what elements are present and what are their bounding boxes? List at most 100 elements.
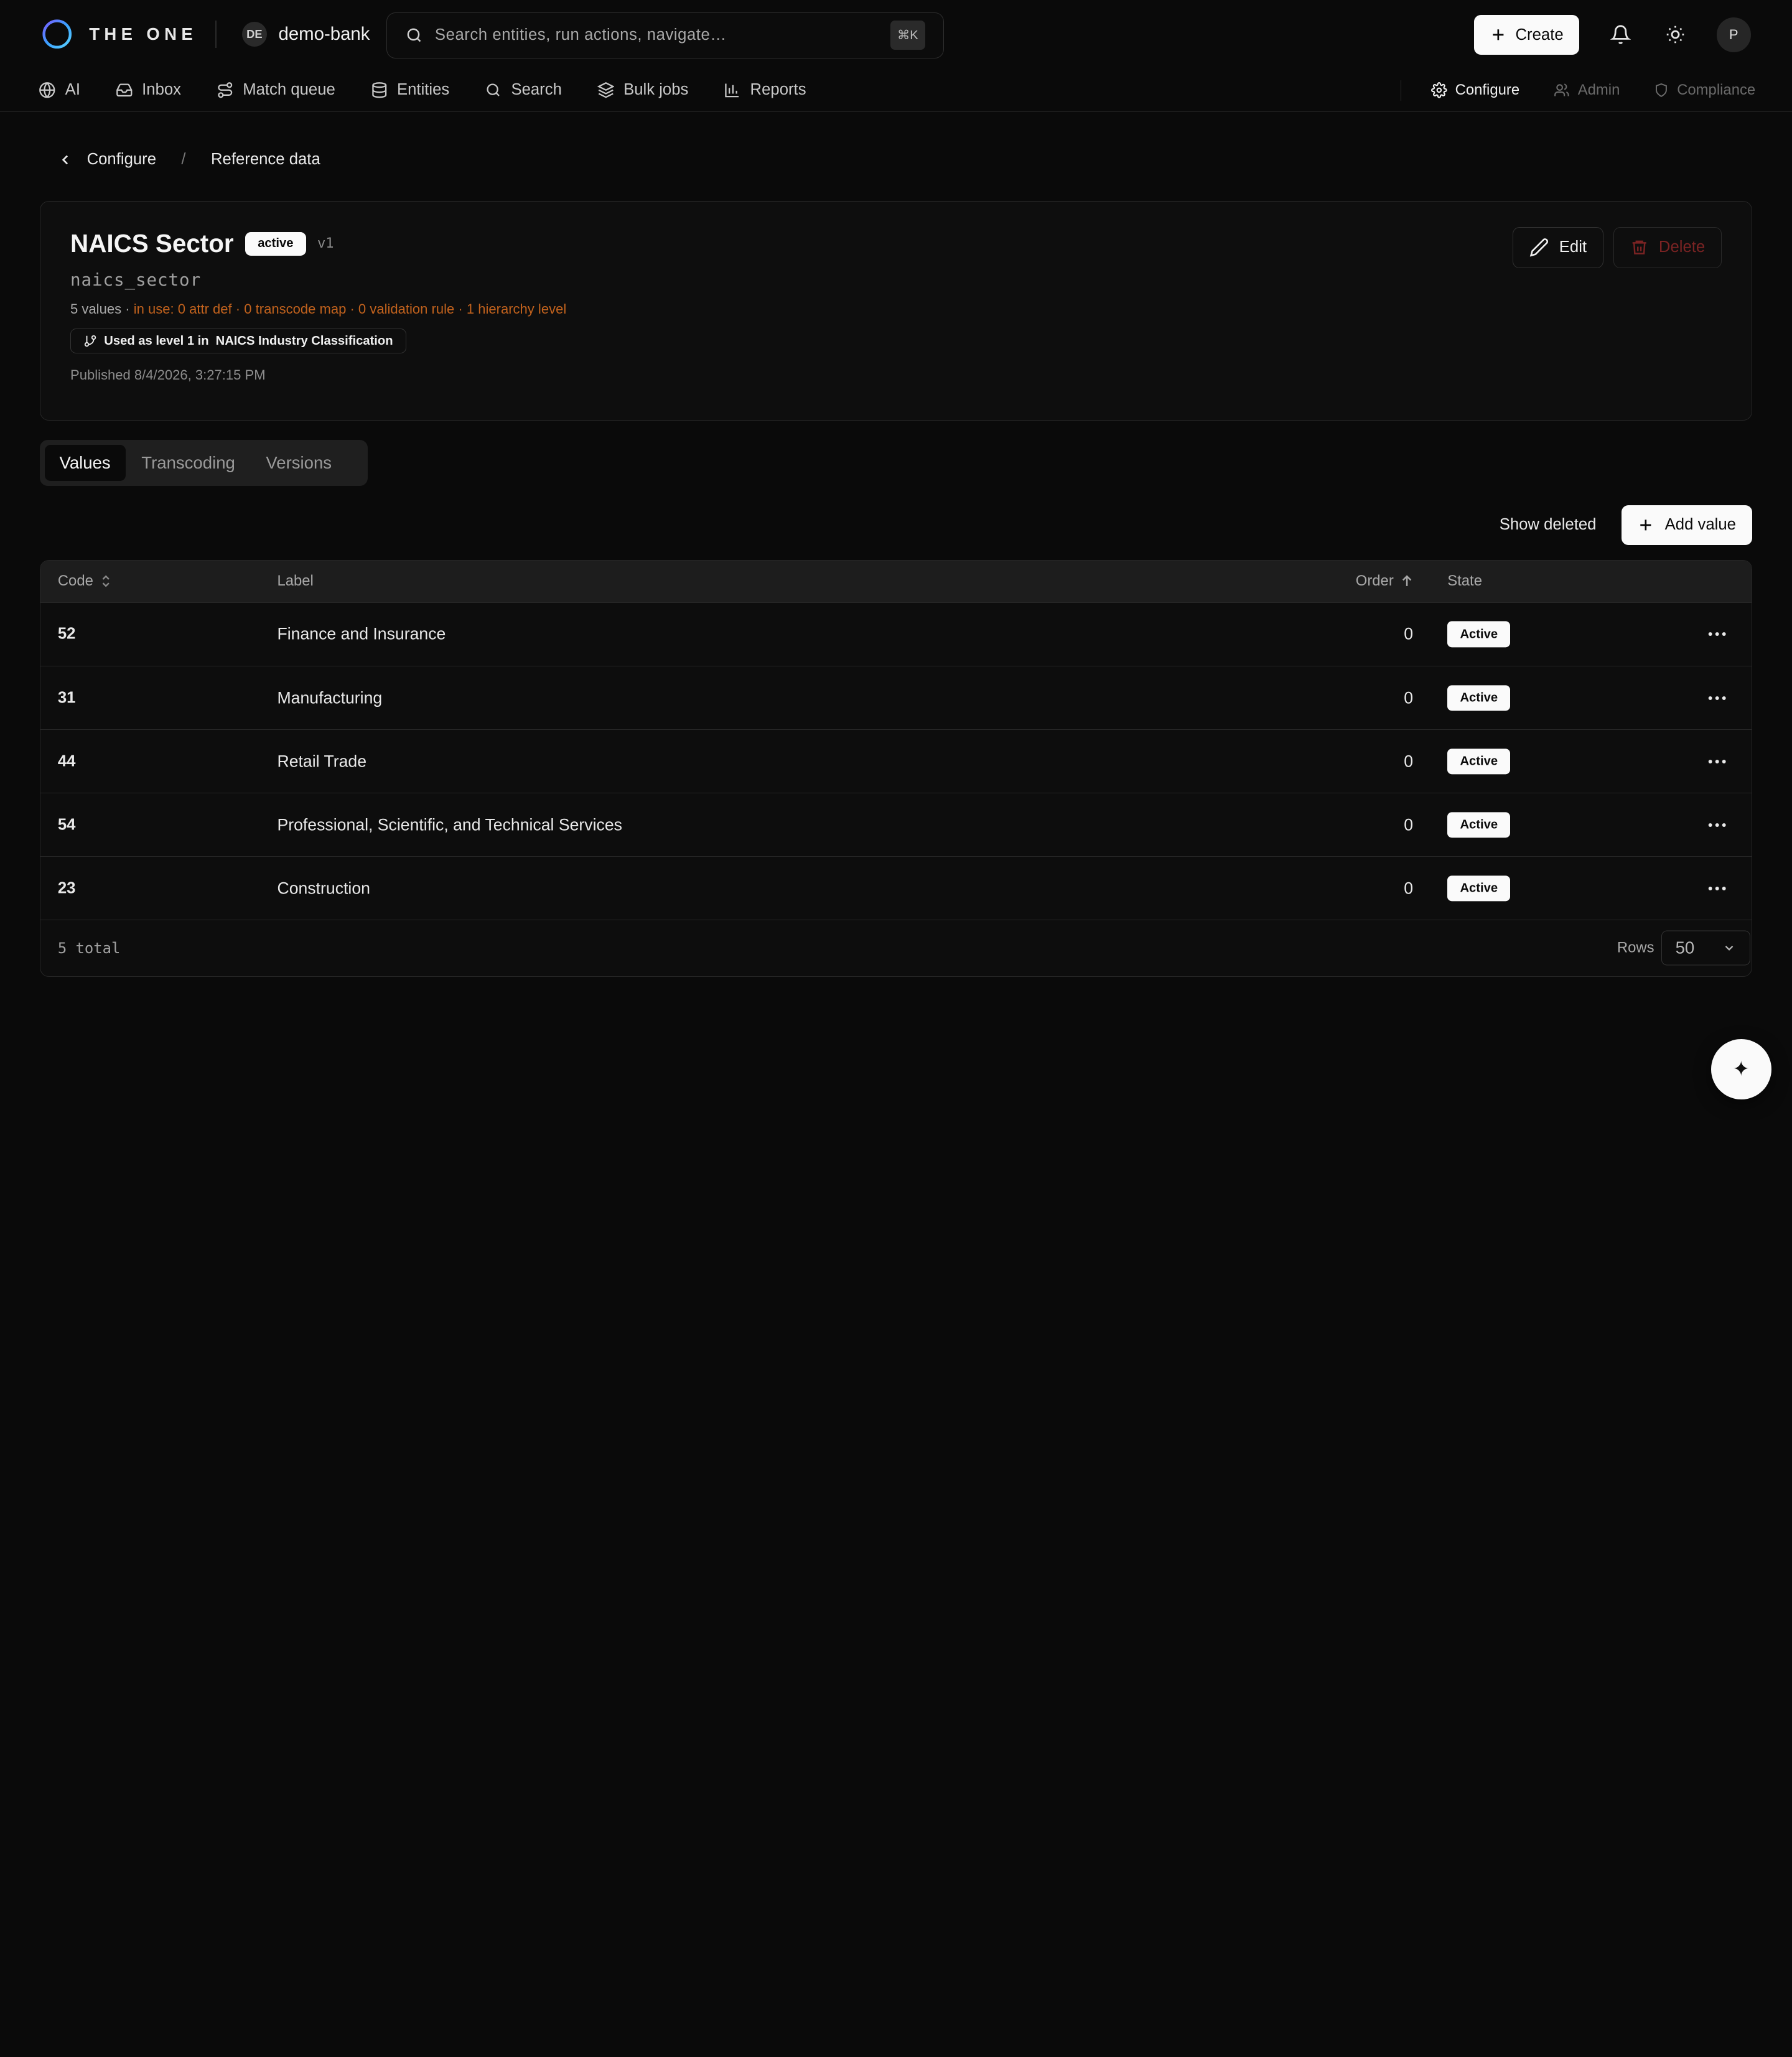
cell-order: 0 bbox=[1404, 815, 1413, 834]
nav-item-match-queue[interactable]: Match queue bbox=[217, 81, 335, 99]
table-row[interactable]: 54 Professional, Scientific, and Technic… bbox=[40, 793, 1752, 857]
nav-item-configure[interactable]: Configure bbox=[1431, 82, 1519, 99]
cell-code: 23 bbox=[57, 879, 76, 897]
row-actions-button[interactable] bbox=[1708, 632, 1726, 637]
main-nav: AI Inbox Match queue Entities Search Bul… bbox=[0, 68, 1792, 112]
breadcrumb: Configure / Reference data bbox=[57, 151, 320, 169]
column-header-state[interactable]: State bbox=[1447, 572, 1482, 590]
breadcrumb-parent: Configure bbox=[86, 151, 157, 169]
search-icon bbox=[487, 83, 500, 96]
cell-label: Professional, Scientific, and Technical … bbox=[277, 815, 622, 834]
breadcrumb-back-link[interactable]: Configure bbox=[57, 151, 156, 169]
chip-target: NAICS Industry Classification bbox=[215, 334, 393, 348]
cell-label: Manufacturing bbox=[277, 688, 383, 707]
arrow-up-icon bbox=[1402, 575, 1412, 587]
column-label: Code bbox=[57, 572, 93, 590]
tab-transcoding[interactable]: Transcoding bbox=[126, 445, 250, 481]
nav-item-inbox[interactable]: Inbox bbox=[116, 81, 181, 99]
column-header-code[interactable]: Code bbox=[58, 572, 111, 590]
sparkle-icon: ✦ bbox=[1732, 1058, 1750, 1081]
ai-assistant-button[interactable]: ✦ bbox=[1710, 1038, 1771, 1099]
app-root: THE ONE DE demo-bank Search entities, ru… bbox=[0, 0, 1792, 1120]
nav-item-search[interactable]: Search bbox=[485, 81, 562, 99]
rows-per-page-select[interactable]: 50 bbox=[1661, 930, 1750, 966]
nav-label: Reports bbox=[750, 81, 806, 99]
users-icon bbox=[1554, 83, 1569, 96]
sort-icon bbox=[102, 575, 110, 587]
edit-button[interactable]: Edit bbox=[1513, 226, 1603, 268]
trash-icon bbox=[1632, 240, 1646, 254]
route-icon bbox=[218, 82, 233, 98]
card-actions: Edit Delete bbox=[1513, 226, 1722, 268]
status-badge: Active bbox=[1447, 812, 1511, 838]
add-value-button[interactable]: Add value bbox=[1621, 505, 1752, 546]
brand-logo[interactable]: THE ONE bbox=[41, 18, 197, 50]
row-actions-button[interactable] bbox=[1708, 886, 1726, 890]
table-row[interactable]: 44 Retail Trade 0 Active bbox=[40, 730, 1752, 794]
cell-order: 0 bbox=[1404, 879, 1413, 898]
database-icon bbox=[372, 82, 387, 98]
chevron-down-icon bbox=[1725, 945, 1734, 951]
plus-icon bbox=[1493, 29, 1504, 40]
nav-item-compliance[interactable]: Compliance bbox=[1654, 82, 1755, 99]
row-actions-button[interactable] bbox=[1708, 696, 1726, 700]
edit-label: Edit bbox=[1559, 238, 1587, 256]
table-row[interactable]: 23 Construction 0 Active bbox=[40, 857, 1752, 921]
delete-label: Delete bbox=[1658, 238, 1706, 256]
column-label: Label bbox=[277, 572, 314, 590]
tab-values[interactable]: Values bbox=[44, 445, 126, 481]
tab-versions[interactable]: Versions bbox=[251, 445, 347, 481]
table-header: Code Label Order State bbox=[40, 560, 1752, 603]
add-value-label: Add value bbox=[1664, 516, 1736, 534]
cell-label: Construction bbox=[277, 879, 370, 898]
workspace-badge: DE bbox=[241, 21, 268, 47]
divider bbox=[1400, 80, 1402, 101]
search-placeholder: Search entities, run actions, navigate… bbox=[434, 26, 727, 44]
nav-secondary: Configure Admin Compliance bbox=[1400, 68, 1790, 112]
column-header-label[interactable]: Label bbox=[277, 572, 313, 590]
avatar[interactable]: P bbox=[1716, 17, 1751, 52]
create-label: Create bbox=[1515, 26, 1564, 44]
brand-name: THE ONE bbox=[89, 24, 198, 44]
gear-icon bbox=[1431, 82, 1447, 98]
nav-item-reports[interactable]: Reports bbox=[724, 81, 806, 99]
shield-icon bbox=[1656, 83, 1668, 98]
nav-label: Search bbox=[511, 81, 562, 99]
row-total: 5 total bbox=[57, 939, 121, 957]
version-label: v1 bbox=[317, 236, 334, 252]
show-deleted-button[interactable]: Show deleted bbox=[1500, 516, 1597, 534]
pencil-icon bbox=[1529, 238, 1549, 257]
bar-chart-icon bbox=[725, 83, 739, 98]
usage-summary: 5 values · in use: 0 attr def · 0 transc… bbox=[70, 301, 1722, 317]
chip-prefix: Used as level 1 in bbox=[104, 334, 209, 348]
table-row[interactable]: 31 Manufacturing 0 Active bbox=[40, 666, 1752, 730]
delete-button[interactable]: Delete bbox=[1613, 226, 1722, 268]
command-search[interactable]: Search entities, run actions, navigate… … bbox=[386, 12, 945, 58]
rows-label: Rows bbox=[1617, 939, 1654, 956]
nav-item-ai[interactable]: AI bbox=[39, 81, 80, 99]
workspace-switcher[interactable]: DE demo-bank bbox=[241, 21, 370, 47]
row-actions-button[interactable] bbox=[1708, 759, 1726, 763]
theme-toggle[interactable] bbox=[1662, 21, 1689, 49]
table-row[interactable]: 52 Finance and Insurance 0 Active bbox=[40, 603, 1752, 667]
row-actions-button[interactable] bbox=[1708, 823, 1726, 827]
bell-icon bbox=[1610, 25, 1631, 45]
inbox-icon bbox=[116, 83, 133, 96]
nav-item-entities[interactable]: Entities bbox=[371, 81, 449, 99]
notifications-button[interactable] bbox=[1607, 21, 1634, 49]
page-title: NAICS Sector bbox=[70, 229, 234, 258]
nav-label: Inbox bbox=[142, 81, 182, 99]
status-badge: Active bbox=[1447, 875, 1511, 902]
column-header-order[interactable]: Order bbox=[1356, 572, 1413, 590]
plus-icon bbox=[1640, 520, 1651, 531]
nav-item-bulk-jobs[interactable]: Bulk jobs bbox=[597, 81, 688, 99]
hierarchy-chip[interactable]: Used as level 1 in NAICS Industry Classi… bbox=[70, 329, 406, 354]
status-badge: active bbox=[245, 231, 306, 256]
search-icon bbox=[407, 28, 421, 42]
chevron-left-icon bbox=[62, 155, 68, 165]
more-horizontal-icon bbox=[1708, 696, 1726, 700]
values-table: Code Label Order State 52 Finance and In… bbox=[40, 559, 1752, 977]
nav-item-admin[interactable]: Admin bbox=[1554, 82, 1620, 99]
cell-code: 52 bbox=[57, 625, 76, 643]
create-button[interactable]: Create bbox=[1474, 14, 1580, 55]
